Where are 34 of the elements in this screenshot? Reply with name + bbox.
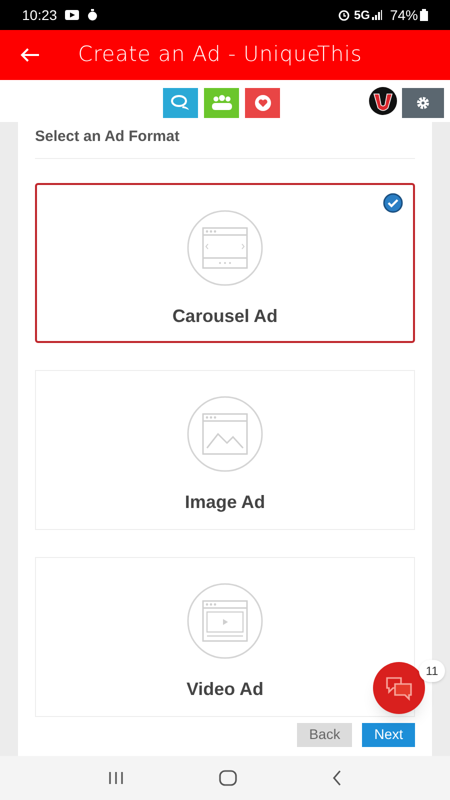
battery-icon [420,9,428,21]
network-label: 5G [354,7,370,24]
carousel-format-icon [187,210,263,286]
group-icon [210,95,232,111]
ad-format-option[interactable]: Image Ad [35,370,415,530]
signal-icon [372,10,382,20]
heart-circle-icon [254,94,272,112]
header-title: Create an Ad - UniqueThis [78,41,362,68]
group-tool-button[interactable] [204,88,239,118]
home-icon [218,770,237,786]
video-format-icon [187,582,263,658]
battery-percent: 74% [390,6,418,24]
back-arrow-icon [20,47,40,63]
timer-icon [87,9,98,21]
settings-icon [416,96,430,110]
ad-format-option[interactable]: Video Ad [35,556,415,716]
section-title: Select an Ad Format [35,122,415,158]
chat-bubbles-icon [385,675,413,701]
next-button[interactable]: Next [362,722,415,746]
checkmark-icon [383,192,403,212]
notification-badge: 11 [419,660,445,682]
chat-bubbles-icon [170,95,190,111]
recent-apps-icon [108,771,124,785]
back-nav-icon [332,770,342,786]
image-format-icon [187,396,263,472]
back-step-button[interactable]: Back [297,722,352,746]
heart-tool-button[interactable] [245,88,280,118]
ad-format-option[interactable]: Carousel Ad [35,182,415,342]
logo-icon [368,86,398,116]
chat-tool-button[interactable] [163,88,198,118]
settings-button[interactable] [402,88,444,118]
alarm-icon [338,9,350,21]
status-time: 10:23 [22,6,58,24]
video-icon [65,10,80,20]
